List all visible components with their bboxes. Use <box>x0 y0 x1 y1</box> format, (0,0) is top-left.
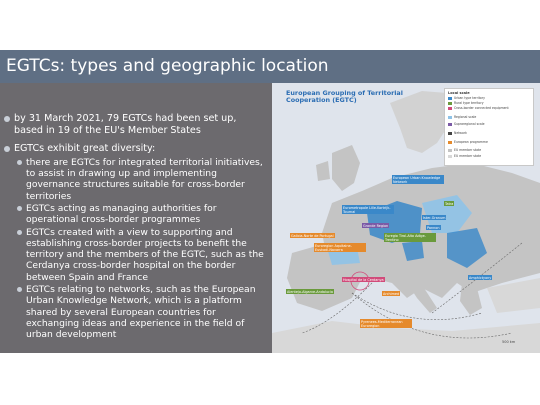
scale-label: 500 km <box>502 340 516 344</box>
bullet-dot-icon <box>4 116 10 122</box>
map-label: Alentejo-Algarve-Andalucia <box>286 289 334 294</box>
land-uk <box>332 145 360 191</box>
legend-row: EU member state <box>448 148 482 153</box>
map-label: Amphictyony <box>468 275 493 280</box>
bullet-dot-icon <box>4 146 10 153</box>
sub-bullet-text: EGTCs acting as managing authorities for… <box>26 202 217 226</box>
legend-row: EU member state <box>448 154 482 159</box>
legend-label: Cross-border connected equipment <box>454 106 509 110</box>
slide-title: EGTCs: types and geographic location <box>6 56 329 76</box>
legend-label: EU member state <box>454 154 482 158</box>
sub-bullet-item: there are EGTCs for integrated territori… <box>17 157 268 202</box>
sub-bullet-text: EGTCs created with a view to supporting … <box>26 226 264 283</box>
sub-bullet-text: EGTCs relating to networks, such as the … <box>26 284 256 341</box>
legend-row: Supraregional scale <box>448 122 485 127</box>
map-title: European Grouping of Territorial Coopera… <box>286 89 403 105</box>
legend-swatch <box>448 149 452 153</box>
map-label: Archimed <box>382 291 401 296</box>
bullet-list: by 31 March 2021, 79 EGTCs had been set … <box>4 113 268 342</box>
legend-swatch <box>448 97 452 101</box>
sub-bullet-list: there are EGTCs for integrated territori… <box>4 157 268 341</box>
sub-bullet-item: EGTCs created with a view to supporting … <box>17 227 268 283</box>
legend-row: Regional scale <box>448 115 477 120</box>
content-panel: by 31 March 2021, 79 EGTCs had been set … <box>0 83 272 353</box>
map-legend: Local scale Urban type territory Rural t… <box>444 88 534 166</box>
slide: EGTCs: types and geographic location by … <box>0 0 540 405</box>
legend-swatch <box>448 102 452 106</box>
map-label: Pyrenees-Mediterranean Euroregion <box>360 319 412 328</box>
legend-swatch <box>448 132 452 136</box>
bullet-dot-icon <box>17 229 22 235</box>
bullet-item: EGTCs exhibit great diversity: <box>4 143 268 155</box>
map-label: European Urban Knowledge Network <box>392 175 444 184</box>
bullet-dot-icon <box>17 159 22 165</box>
bullet-dot-icon <box>17 205 22 211</box>
sub-bullet-item: EGTCs acting as managing authorities for… <box>17 203 268 226</box>
legend-label: European programme <box>454 140 488 144</box>
bullet-text: by 31 March 2021, 79 EGTCs had been set … <box>14 113 237 136</box>
legend-swatch <box>448 141 452 145</box>
map-label: Grande Region <box>362 223 390 228</box>
map-label: Galicia-Norte de Portugal <box>290 233 335 238</box>
bullet-item: by 31 March 2021, 79 EGTCs had been set … <box>4 113 268 136</box>
legend-swatch <box>448 107 452 111</box>
map-label: Euroregion Aquitaine-Euskadi-Navarra <box>314 243 366 252</box>
bullet-dot-icon <box>17 287 22 293</box>
legend-row: European programme <box>448 140 488 145</box>
legend-label: Supraregional scale <box>454 122 485 126</box>
legend-swatch <box>448 155 452 159</box>
legend-swatch <box>448 116 452 120</box>
map-label: Euregio Tirol-Alto Adige-Trentino <box>384 233 436 242</box>
legend-label: EU member state <box>454 148 482 152</box>
legend-swatch <box>448 123 452 127</box>
legend-label: Regional scale <box>454 115 477 119</box>
bottom-strip <box>0 353 540 405</box>
map-label: Tatra <box>444 201 455 206</box>
egtc-map: European Grouping of Territorial Coopera… <box>272 83 540 353</box>
legend-label: Network <box>454 131 467 135</box>
map-label: Ister-Granum <box>422 215 447 220</box>
sub-bullet-text: there are EGTCs for integrated territori… <box>26 156 263 202</box>
map-label: Pannon <box>426 225 441 230</box>
map-label: Eurometropole Lille-Kortrijk-Tournai <box>342 205 394 214</box>
land-ireland <box>316 161 330 181</box>
sub-bullet-item: EGTCs relating to networks, such as the … <box>17 284 268 340</box>
map-label: Hospital de la Cerdanya <box>342 277 385 282</box>
title-bar: EGTCs: types and geographic location <box>0 50 540 83</box>
legend-heading: Local scale <box>448 91 470 95</box>
bullet-text: EGTCs exhibit great diversity: <box>14 143 156 155</box>
legend-row: Cross-border connected equipment <box>448 106 509 111</box>
legend-row: Network <box>448 131 467 136</box>
